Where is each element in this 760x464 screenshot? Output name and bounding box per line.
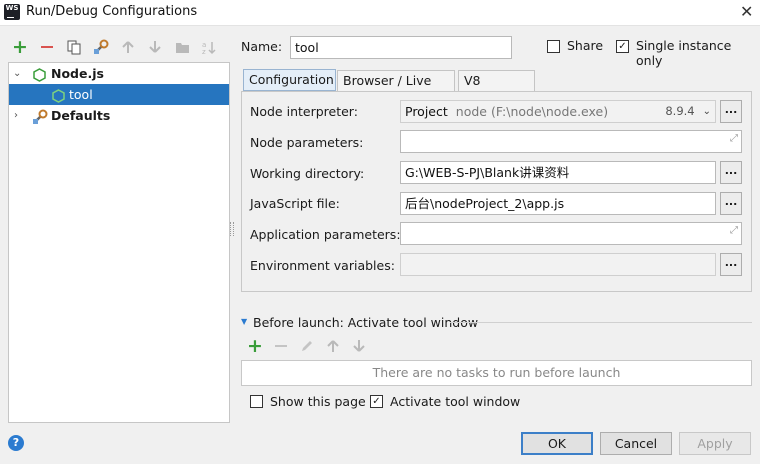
show-page-checkbox[interactable]	[250, 395, 263, 408]
splitter-handle[interactable]	[230, 222, 234, 236]
before-launch-toolbar: +	[247, 337, 367, 356]
tab-v8-profiling[interactable]: V8 Profiling	[458, 70, 535, 108]
expand-icon[interactable]: ⤢	[730, 128, 738, 149]
ok-button[interactable]: OK	[521, 432, 593, 455]
node-interpreter-label: Node interpreter:	[250, 104, 358, 119]
activate-tool-window-checkbox[interactable]: ✓	[370, 395, 383, 408]
wrench-icon	[32, 105, 48, 126]
cancel-button[interactable]: Cancel	[600, 432, 672, 455]
add-icon[interactable]: +	[247, 337, 263, 356]
activate-tool-window-label: Activate tool window	[390, 394, 521, 409]
config-toolbar: + az	[12, 38, 217, 57]
help-icon[interactable]: ?	[8, 435, 24, 451]
nodejs-icon	[33, 63, 46, 84]
before-launch-task-list: There are no tasks to run before launch	[241, 360, 752, 386]
edit-icon[interactable]	[299, 338, 315, 354]
environment-variables-label: Environment variables:	[250, 258, 395, 273]
copy-icon[interactable]	[66, 39, 82, 55]
name-field[interactable]: tool	[290, 36, 512, 59]
add-icon[interactable]: +	[12, 38, 28, 57]
name-label: Name:	[241, 39, 283, 54]
collapse-triangle-icon[interactable]: ▼	[241, 317, 247, 326]
working-directory-browse-button[interactable]: ...	[720, 161, 742, 184]
single-instance-label: Single instance only	[636, 38, 732, 68]
share-checkbox[interactable]	[547, 40, 560, 53]
folder-icon[interactable]	[174, 39, 190, 55]
move-down-icon[interactable]	[147, 39, 163, 55]
node-interpreter-select[interactable]: Project node (F:\node\node.exe) 8.9.4 ⌄	[400, 100, 716, 123]
title-bar: WS Run/Debug Configurations ✕	[0, 0, 760, 26]
environment-variables-browse-button[interactable]: ...	[720, 253, 742, 276]
node-parameters-label: Node parameters:	[250, 135, 364, 150]
move-up-icon[interactable]	[120, 39, 136, 55]
move-down-icon[interactable]	[351, 338, 367, 354]
interpreter-browse-button[interactable]: ...	[720, 100, 742, 123]
application-parameters-field[interactable]: ⤢	[400, 222, 742, 245]
chevron-right-icon[interactable]: ›	[14, 105, 18, 126]
move-up-icon[interactable]	[325, 338, 341, 354]
svg-text:z: z	[202, 48, 206, 55]
tree-item-nodejs[interactable]: ⌄ Node.js	[9, 63, 229, 84]
interpreter-scope: Project	[405, 104, 448, 119]
remove-icon[interactable]	[273, 338, 289, 354]
single-instance-checkbox[interactable]: ✓	[616, 40, 629, 53]
divider	[450, 322, 752, 323]
tree-item-label: tool	[69, 87, 93, 102]
tab-configuration[interactable]: Configuration	[243, 69, 336, 91]
webstorm-icon: WS	[4, 4, 20, 20]
show-page-label: Show this page	[270, 394, 366, 409]
tree-item-tool[interactable]: tool	[9, 84, 229, 105]
application-parameters-label: Application parameters:	[250, 227, 401, 242]
interpreter-version: 8.9.4	[665, 104, 695, 118]
interpreter-path: node (F:\node\node.exe)	[455, 104, 609, 119]
javascript-file-label: JavaScript file:	[250, 196, 340, 211]
before-launch-title: Before launch: Activate tool window	[253, 315, 479, 330]
chevron-down-icon: ⌄	[702, 106, 711, 117]
tree-item-defaults[interactable]: › Defaults	[9, 105, 229, 126]
tree-item-label: Node.js	[51, 66, 104, 81]
close-icon[interactable]: ✕	[740, 2, 753, 21]
environment-variables-field[interactable]	[400, 253, 716, 276]
remove-icon[interactable]	[39, 39, 55, 55]
share-label: Share	[567, 38, 604, 53]
working-directory-label: Working directory:	[250, 166, 365, 181]
tab-browser-live-edit[interactable]: Browser / Live Edit	[337, 70, 455, 108]
sort-icon[interactable]: az	[201, 39, 217, 55]
chevron-down-icon[interactable]: ⌄	[13, 63, 21, 84]
wrench-icon[interactable]	[93, 39, 109, 55]
tree-item-label: Defaults	[51, 108, 111, 123]
expand-icon[interactable]: ⤢	[730, 220, 738, 241]
apply-button[interactable]: Apply	[679, 432, 751, 455]
empty-tasks-text: There are no tasks to run before launch	[372, 365, 621, 380]
config-tree: ⌄ Node.js tool › Defaults	[8, 62, 230, 423]
window-title: Run/Debug Configurations	[26, 4, 198, 19]
javascript-file-field[interactable]: 后台\nodeProject_2\app.js	[400, 192, 716, 215]
nodejs-icon	[52, 84, 65, 105]
node-parameters-field[interactable]: ⤢	[400, 130, 742, 153]
javascript-file-browse-button[interactable]: ...	[720, 192, 742, 215]
working-directory-field[interactable]: G:\WEB-S-PJ\Blank讲课资料	[400, 161, 716, 184]
